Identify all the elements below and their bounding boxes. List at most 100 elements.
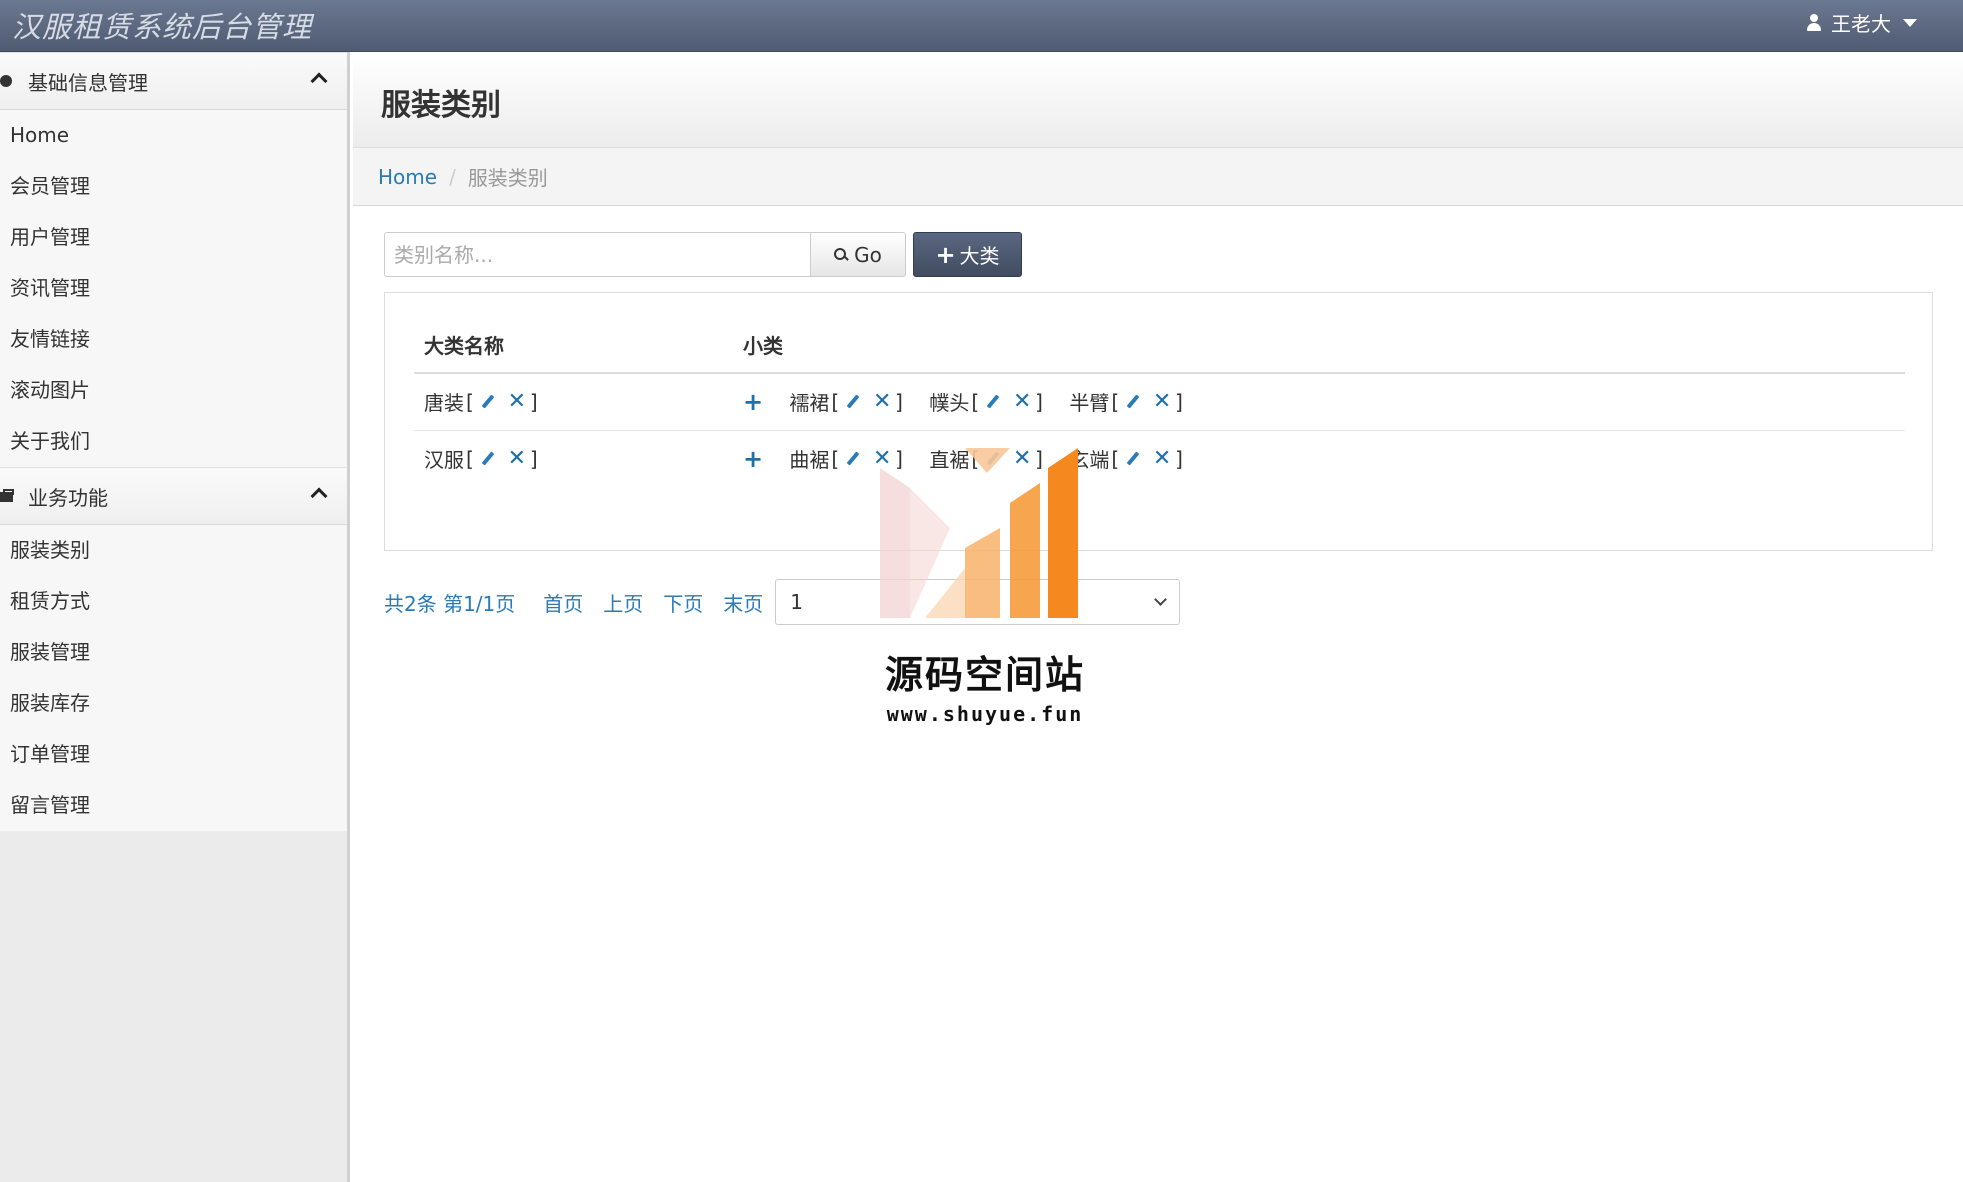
chevron-up-icon[interactable] xyxy=(310,487,328,505)
user-name: 王老大 xyxy=(1831,12,1891,36)
sidebar-item-categories[interactable]: 服装类别 xyxy=(0,525,347,576)
pencil-icon[interactable] xyxy=(985,394,1001,410)
user-menu[interactable]: 王老大 xyxy=(1805,8,1917,37)
sidebar-item-orders[interactable]: 订单管理 xyxy=(0,729,347,780)
pencil-icon[interactable] xyxy=(845,451,861,467)
table-row: 汉服 [ ✕ ] + 曲裾 [ ✕] 直裾 ✕] 玄端 [✕] xyxy=(414,430,1905,487)
breadcrumb-current: 服装类别 xyxy=(467,166,548,190)
sidebar-item-members[interactable]: 会员管理 xyxy=(0,161,347,212)
briefcase-icon xyxy=(0,488,14,504)
sidebar-item-messages[interactable]: 留言管理 xyxy=(0,780,347,831)
search-go-button[interactable]: Go xyxy=(811,232,906,277)
pagination-next[interactable]: 下页 xyxy=(663,588,703,617)
column-header-major: 大类名称 xyxy=(414,317,743,374)
delete-x-icon[interactable]: ✕ xyxy=(1151,446,1173,471)
pencil-icon[interactable] xyxy=(480,394,496,410)
chevron-down-icon xyxy=(1154,593,1168,606)
minor-category-name: 幞头 xyxy=(929,391,970,416)
add-minor-plus-icon[interactable]: + xyxy=(743,445,763,473)
bracket: [ xyxy=(1111,389,1120,414)
add-major-label: 大类 xyxy=(959,244,1000,268)
category-table: 大类名称 小类 唐装 [ ✕ ] + 襦裙 [✕] 幞头 [✕] 半臂 … xyxy=(414,317,1905,487)
sidebar-item-clothing[interactable]: 服装管理 xyxy=(0,627,347,678)
bracket: [ xyxy=(466,446,474,471)
bracket: [ xyxy=(831,389,840,414)
page-select-value: 1 xyxy=(790,590,804,614)
sidebar-item-rental-modes[interactable]: 租赁方式 xyxy=(0,576,347,627)
sidebar-menu-business: 服装类别 租赁方式 服装管理 服装库存 订单管理 留言管理 xyxy=(0,525,347,831)
bracket: ] xyxy=(1175,389,1183,414)
toolbar: Go + 大类 xyxy=(384,232,1022,277)
pagination-prev[interactable]: 上页 xyxy=(603,588,643,617)
bracket: ] xyxy=(529,389,538,414)
delete-x-icon[interactable]: ✕ xyxy=(506,389,528,414)
page-header: 服装类别 xyxy=(353,52,1963,148)
sidebar-group-basic-info[interactable]: 基础信息管理 xyxy=(0,52,347,110)
bracket: [ xyxy=(971,389,980,414)
minor-category-name: 襦裙 xyxy=(789,391,830,416)
pagination-last[interactable]: 末页 xyxy=(723,588,763,617)
bracket: ] xyxy=(1035,389,1043,414)
add-minor-plus-icon[interactable]: + xyxy=(743,388,763,416)
sidebar-item-home[interactable]: Home xyxy=(0,110,347,161)
sidebar-item-links[interactable]: 友情链接 xyxy=(0,314,347,365)
sidebar-menu-basic: Home 会员管理 用户管理 资讯管理 友情链接 滚动图片 关于我们 xyxy=(0,110,347,467)
bracket: ] xyxy=(1175,446,1183,471)
main-content: 服装类别 Home / 服装类别 Go + 大类 大类名称 小类 xyxy=(353,52,1963,1182)
app-title: 汉服租赁系统后台管理 xyxy=(12,10,313,44)
minor-category-name: 半臂 xyxy=(1069,391,1110,416)
delete-x-icon[interactable]: ✕ xyxy=(506,446,528,471)
sidebar-item-stock[interactable]: 服装库存 xyxy=(0,678,347,729)
minor-category: 幞头 [ ✕ ] xyxy=(929,387,1045,416)
sidebar-item-about[interactable]: 关于我们 xyxy=(0,416,347,467)
go-label: Go xyxy=(854,242,882,267)
breadcrumb: Home / 服装类别 xyxy=(353,148,1963,206)
pagination-first[interactable]: 首页 xyxy=(543,588,583,617)
table-row: 唐装 [ ✕ ] + 襦裙 [ ✕] 幞头 [✕] 半臂 [✕] xyxy=(414,373,1905,431)
breadcrumb-separator: / xyxy=(449,164,456,189)
dashboard-icon xyxy=(0,73,14,89)
minor-category: 半臂 [ ✕ ] xyxy=(1069,387,1185,416)
minor-category: 襦裙 [ ✕ ] xyxy=(789,387,905,416)
caret-down-icon xyxy=(1903,18,1917,27)
sidebar-group-label: 业务功能 xyxy=(28,485,108,510)
add-major-category-button[interactable]: + 大类 xyxy=(913,232,1022,277)
chevron-up-icon[interactable] xyxy=(310,72,328,90)
sidebar-group-business[interactable]: 业务功能 xyxy=(0,467,347,525)
pagination-summary: 共2条 第1/1页 xyxy=(384,591,516,616)
page-title: 服装类别 xyxy=(381,88,501,123)
delete-x-icon[interactable]: ✕ xyxy=(1151,389,1173,414)
watermark-text: 源码空间站 xyxy=(884,653,1085,697)
bracket: ] xyxy=(895,389,903,414)
sidebar-group-label: 基础信息管理 xyxy=(28,70,148,95)
plus-icon: + xyxy=(935,240,956,269)
watermark-url: www.shuyue.fun xyxy=(886,702,1084,726)
sidebar: 基础信息管理 Home 会员管理 用户管理 资讯管理 友情链接 滚动图片 关于我… xyxy=(0,52,350,1182)
bracket: [ xyxy=(831,446,840,471)
pencil-icon[interactable] xyxy=(1125,394,1141,410)
breadcrumb-home-link[interactable]: Home xyxy=(378,165,437,189)
sidebar-item-slides[interactable]: 滚动图片 xyxy=(0,365,347,416)
search-icon xyxy=(834,247,848,262)
major-category: 汉服 [ ✕ ] xyxy=(424,444,540,473)
major-category-name: 汉服 xyxy=(424,448,464,473)
bracket: [ xyxy=(1111,446,1120,471)
watermark-logo xyxy=(880,448,1078,618)
sidebar-item-users[interactable]: 用户管理 xyxy=(0,212,347,263)
delete-x-icon[interactable]: ✕ xyxy=(871,389,893,414)
bracket: ] xyxy=(529,446,538,471)
pencil-icon[interactable] xyxy=(1125,451,1141,467)
pencil-icon[interactable] xyxy=(845,394,861,410)
major-category-name: 唐装 xyxy=(424,391,464,416)
pencil-icon[interactable] xyxy=(480,451,496,467)
user-icon xyxy=(1805,13,1823,32)
top-navbar: 汉服租赁系统后台管理 王老大 xyxy=(0,0,1963,52)
category-table-panel: 大类名称 小类 唐装 [ ✕ ] + 襦裙 [✕] 幞头 [✕] 半臂 … xyxy=(384,292,1933,551)
category-search-input[interactable] xyxy=(384,232,811,277)
delete-x-icon[interactable]: ✕ xyxy=(1011,389,1033,414)
major-category: 唐装 [ ✕ ] xyxy=(424,387,540,416)
minor-category-name: 曲裾 xyxy=(789,448,830,473)
watermark: 源码空间站 www.shuyue.fun xyxy=(870,448,1100,730)
bracket: [ xyxy=(466,389,474,414)
sidebar-item-news[interactable]: 资讯管理 xyxy=(0,263,347,314)
